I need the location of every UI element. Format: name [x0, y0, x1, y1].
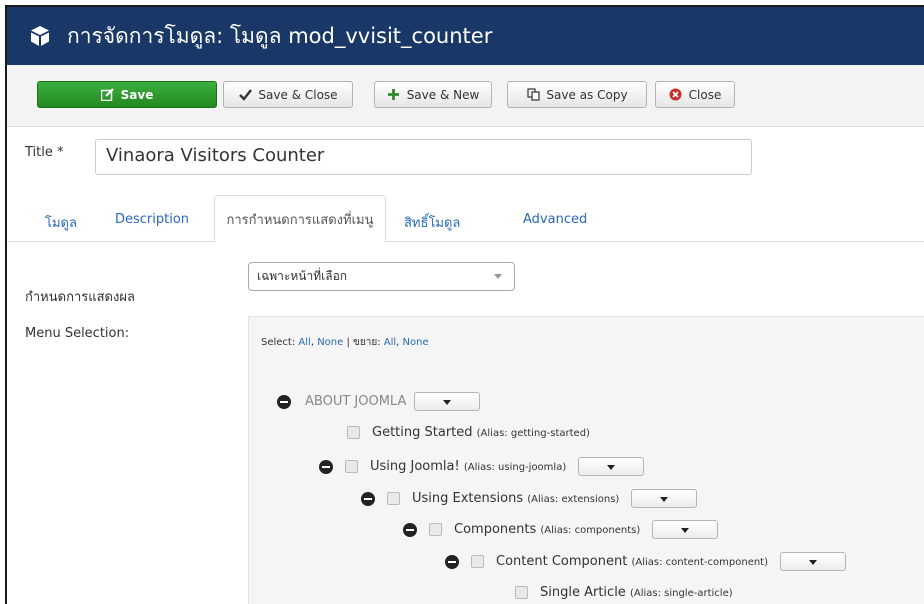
cancel-circle-icon [669, 88, 683, 102]
tab-menu-assignment[interactable]: การกำหนดการแสดงที่เมนู [214, 195, 386, 243]
expand-all-link[interactable]: All [384, 337, 396, 348]
tree-item-components: Components (Alias: components) [403, 520, 719, 539]
tree-item-single-article: Single Article (Alias: single-article) [515, 585, 733, 600]
select-separator: | [346, 337, 350, 348]
chevron-down-icon [494, 274, 502, 279]
tab-module-permissions[interactable]: สิทธิ์โมดูล [404, 212, 460, 233]
collapse-icon[interactable] [277, 394, 291, 409]
item-dropdown-button[interactable] [652, 520, 719, 539]
tree-item-content-component: Content Component (Alias: content-compon… [445, 552, 847, 571]
select-comma: , [310, 337, 314, 348]
collapse-icon[interactable] [361, 491, 375, 506]
save-close-button[interactable]: Save & Close [223, 81, 353, 108]
item-dropdown-button[interactable] [578, 457, 645, 476]
collapse-icon[interactable] [445, 554, 459, 569]
page-title: การจัดการโมดูล: โมดูล mod_vvisit_counter [67, 23, 493, 48]
save-new-button[interactable]: Save & New [374, 81, 492, 108]
save-as-copy-button[interactable]: Save as Copy [507, 81, 647, 108]
collapse-icon[interactable] [319, 459, 333, 474]
checkbox[interactable] [429, 523, 442, 536]
tree-item-label: Content Component (Alias: content-compon… [496, 554, 769, 569]
checkmark-icon [238, 88, 252, 102]
tree-item-label: Components (Alias: components) [454, 522, 641, 537]
close-label: Close [688, 87, 722, 102]
select-all-link[interactable]: All [298, 337, 310, 348]
assignment-select[interactable]: เฉพาะหน้าที่เลือก [248, 262, 515, 291]
select-none-link[interactable]: None [317, 337, 343, 348]
item-dropdown-button[interactable] [631, 489, 698, 508]
header-bar: การจัดการโมดูล: โมดูล mod_vvisit_counter [7, 7, 924, 65]
tab-advanced[interactable]: Advanced [523, 212, 587, 227]
checkbox[interactable] [515, 586, 528, 599]
tree-item-using-joomla: Using Joomla! (Alias: using-joomla) [319, 457, 645, 476]
toolbar: Save Save & Close Save & New Save as Cop… [7, 65, 924, 127]
root-dropdown-button[interactable] [414, 392, 481, 411]
checkbox[interactable] [345, 460, 358, 473]
tree-item-label: Using Joomla! (Alias: using-joomla) [370, 459, 567, 474]
checkbox[interactable] [471, 555, 484, 568]
title-row: Title * Vinaora Visitors Counter [25, 139, 752, 175]
expand-comma: , [396, 337, 400, 348]
assignment-label: กำหนดการแสดงผล [25, 290, 135, 305]
item-dropdown-button[interactable] [780, 552, 847, 571]
tree-root-row: ABOUT JOOMLA [277, 392, 481, 411]
tree-item-using-extensions: Using Extensions (Alias: extensions) [361, 489, 698, 508]
tab-bar: โมดูล Description การกำหนดการแสดงที่เมนู… [7, 195, 924, 243]
menu-selection-label: Menu Selection: [25, 326, 130, 341]
collapse-icon[interactable] [403, 522, 417, 537]
menu-selection-panel: Select: All, None | ขยาย: All, None ABOU… [248, 316, 924, 604]
select-prefix: Select: [261, 337, 296, 348]
tree-root-label: ABOUT JOOMLA [305, 394, 407, 409]
expand-none-link[interactable]: None [403, 337, 429, 348]
select-toolbar: Select: All, None | ขยาย: All, None [261, 335, 429, 350]
title-input[interactable]: Vinaora Visitors Counter [95, 139, 752, 175]
tab-description[interactable]: Description [115, 212, 189, 227]
title-label: Title * [25, 145, 64, 160]
plus-icon [387, 88, 401, 102]
close-button[interactable]: Close [655, 81, 735, 108]
save-new-label: Save & New [406, 87, 480, 102]
tree-item-getting-started: Getting Started (Alias: getting-started) [347, 425, 590, 440]
checkbox[interactable] [387, 492, 400, 505]
save-label: Save [120, 87, 154, 102]
tab-module[interactable]: โมดูล [45, 212, 77, 233]
copy-icon [526, 88, 540, 102]
checkbox[interactable] [347, 426, 360, 439]
save-button[interactable]: Save [37, 81, 217, 108]
expand-prefix: ขยาย: [353, 337, 381, 348]
tree-item-label: Using Extensions (Alias: extensions) [412, 491, 620, 506]
save-copy-label: Save as Copy [546, 87, 628, 102]
tree-item-label: Getting Started (Alias: getting-started) [372, 425, 590, 440]
edit-icon [101, 88, 115, 102]
save-close-label: Save & Close [258, 87, 338, 102]
admin-window: การจัดการโมดูล: โมดูล mod_vvisit_counter… [5, 5, 924, 604]
assignment-selected-value: เฉพาะหน้าที่เลือก [257, 269, 348, 283]
module-cube-icon [27, 23, 53, 49]
tree-item-label: Single Article (Alias: single-article) [540, 585, 733, 600]
